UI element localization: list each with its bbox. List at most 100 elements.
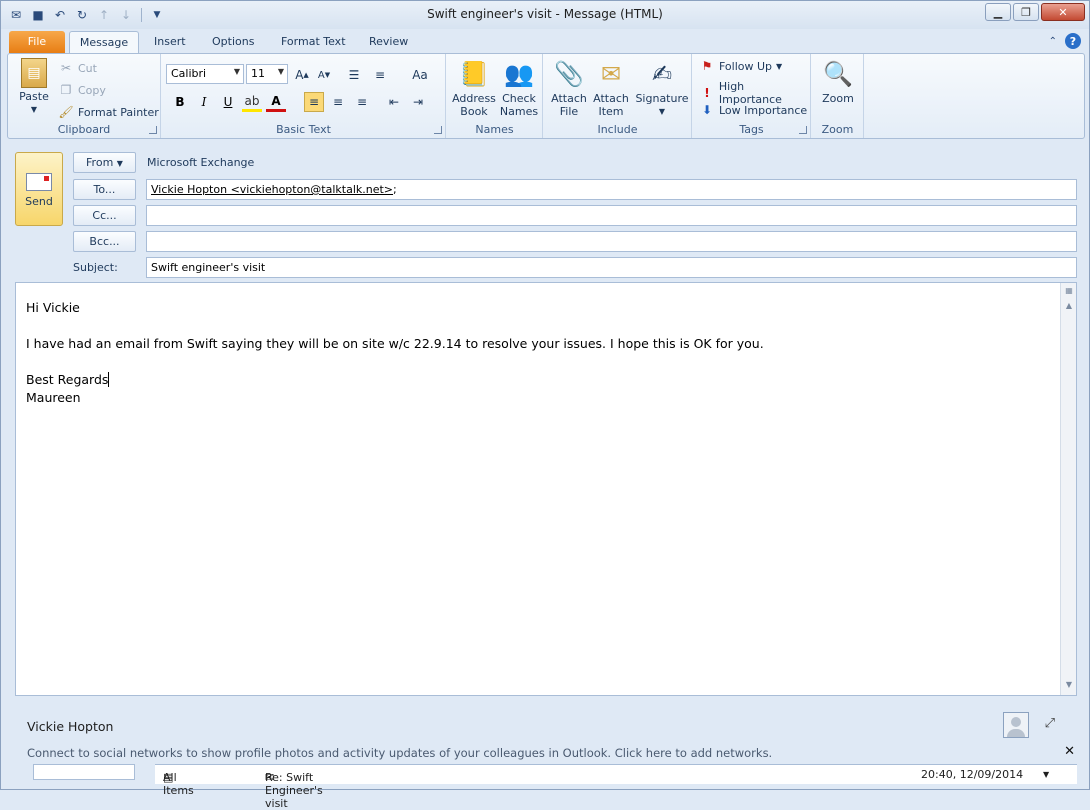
body-scrollbar[interactable]: ▦ ▲ ▼ (1060, 283, 1076, 695)
font-size-controls: A ▲ A ▼ (292, 65, 334, 85)
low-importance-label: Low Importance (719, 103, 808, 117)
close-info-bar-icon[interactable]: ✕ (1064, 744, 1075, 759)
align-center-icon[interactable]: ≡ (328, 92, 348, 112)
exclamation-icon: ! (704, 86, 710, 100)
align-right-icon[interactable]: ≡ (352, 92, 372, 112)
align-left-icon[interactable]: ≡ (304, 92, 324, 112)
subject-label: Subject: (73, 261, 118, 274)
check-names-label-2: Names (499, 105, 539, 118)
from-button[interactable]: From ▼ (73, 152, 136, 173)
copy-button[interactable]: ❐ Copy (58, 82, 106, 98)
numbering-icon[interactable]: ≡ (370, 65, 390, 85)
styles-icon[interactable]: Aa (410, 65, 430, 85)
font-size-select[interactable]: 11 ▼ (246, 64, 288, 84)
signature-button[interactable]: ✍ Signature ▼ (634, 58, 690, 118)
all-items-label: All Items (163, 771, 194, 797)
bcc-button[interactable]: Bcc... (73, 231, 136, 252)
attach-item-button[interactable]: ✉ Attach Item (590, 58, 632, 119)
tab-message[interactable]: Message (69, 31, 139, 53)
shrink-font-icon[interactable]: A ▼ (314, 65, 334, 85)
tab-insert[interactable]: Insert (142, 31, 198, 53)
zoom-label: Zoom (822, 92, 854, 105)
paste-button[interactable]: ▤ Paste ▼ (14, 58, 54, 116)
grow-font-icon[interactable]: A ▲ (292, 65, 312, 85)
cut-label: Cut (78, 61, 97, 75)
cc-field[interactable] (146, 205, 1077, 226)
expand-people-pane-icon[interactable]: ⤢ (1045, 716, 1055, 731)
people-pane-name: Vickie Hopton (27, 719, 114, 734)
group-basic-text: Calibri ▼ 11 ▼ A▲ A▼ ☰ ≡ Aa B I U ab A (162, 54, 446, 138)
contact-avatar[interactable] (1003, 712, 1029, 738)
message-body[interactable]: Hi Vickie I have had an email from Swift… (15, 282, 1077, 696)
send-envelope-icon (26, 173, 52, 191)
group-include: 📎 Attach File ✉ Attach Item ✍ Signature … (544, 54, 692, 138)
maximize-button[interactable]: ❐ (1013, 3, 1039, 21)
zoom-button[interactable]: 🔍 Zoom (816, 58, 860, 106)
format-painter-button[interactable]: 🖌 Format Painter (58, 104, 159, 120)
underline-icon[interactable]: U (218, 92, 238, 112)
envelope-icon: ✉ (600, 59, 622, 88)
close-window-button[interactable]: ✕ (1041, 3, 1085, 21)
bold-icon[interactable]: B (170, 92, 190, 112)
attach-file-button[interactable]: 📎 Attach File (548, 58, 590, 119)
help-icon[interactable]: ? (1065, 33, 1081, 49)
tags-group-label: Tags (739, 123, 764, 136)
send-button[interactable]: Send (15, 152, 63, 226)
subject-field[interactable]: Swift engineer's visit (146, 257, 1077, 278)
scroll-down-icon[interactable]: ▼ (1062, 678, 1076, 692)
low-importance-button[interactable]: ⬇ Low Importance (699, 102, 807, 118)
bullets-icon[interactable]: ☰ (344, 65, 364, 85)
people-pane-list: ▤ All Items ✉ Re: Swift Engineer's visit… (155, 764, 1077, 810)
font-name-select[interactable]: Calibri ▼ (166, 64, 244, 84)
decrease-indent-icon[interactable]: ⇤ (384, 92, 404, 112)
body-line: I have had an email from Swift saying th… (26, 336, 764, 351)
people-pane-tab[interactable] (33, 764, 135, 780)
tab-review[interactable]: Review (357, 31, 420, 53)
basic-text-launcher-icon[interactable] (434, 126, 442, 134)
to-button[interactable]: To... (73, 179, 136, 200)
highlight-icon[interactable]: ab (242, 92, 262, 112)
cc-button[interactable]: Cc... (73, 205, 136, 226)
social-networks-link[interactable]: Connect to social networks to show profi… (27, 746, 772, 760)
scroll-up-icon[interactable]: ▲ (1062, 299, 1076, 313)
zoom-group-label: Zoom (821, 123, 854, 136)
italic-icon[interactable]: I (194, 92, 214, 112)
tab-options[interactable]: Options (200, 31, 266, 53)
minimize-button[interactable]: ▁ (985, 3, 1011, 21)
body-closing-line: Best Regards (26, 371, 1066, 389)
increase-indent-icon[interactable]: ⇥ (408, 92, 428, 112)
tab-file[interactable]: File (9, 31, 65, 53)
address-book-label-2: Book (460, 105, 488, 118)
to-field[interactable]: Vickie Hopton <vickiehopton@talktalk.net… (146, 179, 1077, 200)
attach-file-label-2: File (559, 105, 579, 118)
tags-launcher-icon[interactable] (799, 126, 807, 134)
scissors-icon: ✂ (60, 61, 72, 75)
bcc-field[interactable] (146, 231, 1077, 252)
attach-item-label-1: Attach (593, 92, 629, 105)
to-recipient[interactable]: Vickie Hopton <vickiehopton@talktalk.net… (151, 183, 393, 196)
paste-icon: ▤ (21, 58, 47, 88)
people-pane: Vickie Hopton ⤢ Connect to social networ… (15, 706, 1077, 810)
format-painter-label: Format Painter (78, 105, 159, 119)
from-value: Microsoft Exchange (147, 156, 255, 169)
follow-up-button[interactable]: ⚑ Follow Up ▼ (699, 58, 783, 74)
list-scroll-down-icon[interactable]: ▼ (1043, 770, 1049, 779)
address-book-button[interactable]: 📒 Address Book (451, 58, 497, 119)
brush-icon: 🖌 (58, 105, 74, 119)
outlook-message-window: ✉ ■ ↶ ↻ ↑ ↓ ▼ Swift engineer's visit - M… (0, 0, 1090, 810)
font-color-icon[interactable]: A (266, 92, 286, 112)
ribbon: ▤ Paste ▼ ✂ Cut ❐ Copy 🖌 Format Painter … (7, 53, 1085, 139)
send-label: Send (25, 195, 53, 208)
body-closing: Best Regards (26, 372, 109, 387)
cut-button[interactable]: ✂ Cut (58, 60, 97, 76)
format-controls: B I U ab A ≡ ≡ ≡ ⇤ ⇥ (170, 92, 428, 112)
clipboard-launcher-icon[interactable] (149, 126, 157, 134)
check-names-label-1: Check (502, 92, 536, 105)
minimize-ribbon-icon[interactable]: ⌃ (1049, 36, 1057, 47)
follow-up-label: Follow Up (719, 59, 773, 73)
magnifier-icon: 🔍 (823, 59, 853, 88)
ruler-toggle-icon[interactable]: ▦ (1062, 284, 1076, 298)
check-names-button[interactable]: 👥 Check Names (497, 58, 541, 119)
tab-format-text[interactable]: Format Text (269, 31, 358, 53)
basic-text-group-label: Basic Text (276, 123, 331, 136)
